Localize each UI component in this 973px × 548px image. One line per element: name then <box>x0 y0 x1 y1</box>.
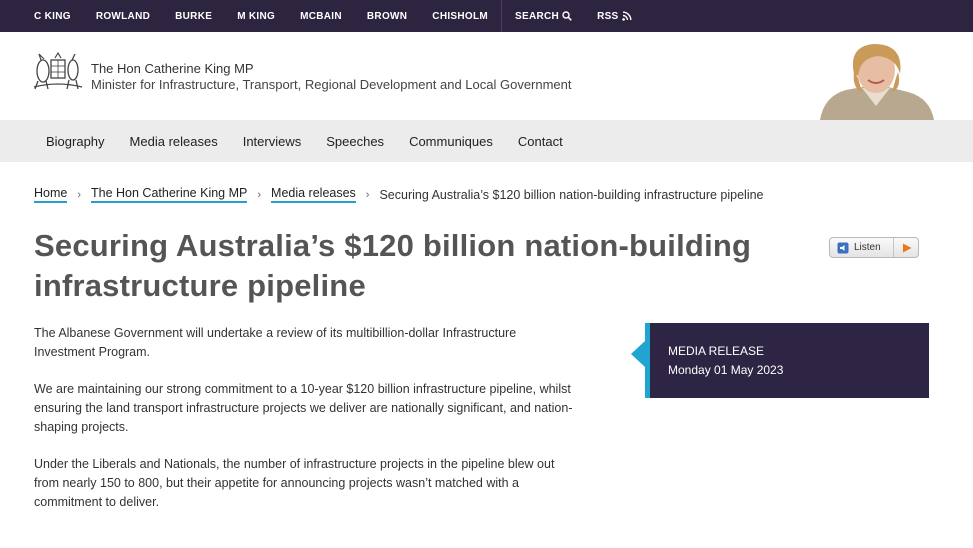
search-button[interactable]: SEARCH <box>515 11 572 22</box>
listen-button[interactable]: Listen <box>829 237 919 258</box>
nav-item-communiques[interactable]: Communiques <box>409 134 493 149</box>
chevron-right-icon: › <box>365 188 370 201</box>
breadcrumb: Home › The Hon Catherine King MP › Media… <box>34 186 764 203</box>
article-paragraph: We are maintaining our strong commitment… <box>34 382 573 434</box>
main-nav: Biography Media releases Interviews Spee… <box>0 120 973 162</box>
topbar-link-chisholm[interactable]: CHISHOLM <box>432 11 488 22</box>
topbar-link-m-king[interactable]: M KING <box>237 11 275 22</box>
nav-item-media-releases[interactable]: Media releases <box>130 134 218 149</box>
article-paragraph: The Albanese Government will undertake a… <box>34 326 517 359</box>
minister-title: Minister for Infrastructure, Transport, … <box>91 77 572 92</box>
portfolio-links: C KING ROWLAND BURKE M KING MCBAIN BROWN… <box>34 0 657 32</box>
chevron-right-icon: › <box>77 188 82 201</box>
play-icon <box>902 243 912 252</box>
release-date: Monday 01 May 2023 <box>668 363 784 377</box>
media-release-box: MEDIA RELEASE Monday 01 May 2023 <box>631 323 929 398</box>
top-bar: C KING ROWLAND BURKE M KING MCBAIN BROWN… <box>0 0 973 32</box>
article-body: The Albanese Government will undertake a… <box>34 324 574 530</box>
nav-item-interviews[interactable]: Interviews <box>243 134 302 149</box>
release-type: MEDIA RELEASE <box>668 344 765 358</box>
minister-name[interactable]: The Hon Catherine King MP <box>91 61 254 76</box>
listen-label: Listen <box>854 242 881 253</box>
breadcrumb-minister[interactable]: The Hon Catherine King MP <box>91 186 248 203</box>
release-pointer <box>631 341 645 367</box>
breadcrumb-media-releases[interactable]: Media releases <box>271 186 356 203</box>
breadcrumb-current: Securing Australia’s $120 billion nation… <box>379 187 764 202</box>
topbar-link-brown[interactable]: BROWN <box>367 11 407 22</box>
minister-portrait <box>812 40 940 120</box>
rss-label: RSS <box>597 10 619 22</box>
article-paragraph: Under the Liberals and Nationals, the nu… <box>34 457 555 509</box>
topbar-link-mcbain[interactable]: MCBAIN <box>300 11 342 22</box>
topbar-divider <box>501 0 503 32</box>
coat-of-arms-icon[interactable] <box>32 51 84 91</box>
release-accent-bar <box>645 323 650 398</box>
chevron-right-icon: › <box>257 188 262 201</box>
topbar-link-c-king[interactable]: C KING <box>34 11 71 22</box>
topbar-link-burke[interactable]: BURKE <box>175 11 212 22</box>
speaker-icon <box>837 242 849 253</box>
listen-divider <box>892 238 894 257</box>
topbar-link-rowland[interactable]: ROWLAND <box>96 11 150 22</box>
nav-item-contact[interactable]: Contact <box>518 134 563 149</box>
breadcrumb-home[interactable]: Home <box>34 186 68 203</box>
rss-icon <box>621 11 632 21</box>
search-label: SEARCH <box>515 10 560 22</box>
rss-link[interactable]: RSS <box>597 10 632 22</box>
site-header: The Hon Catherine King MP Minister for I… <box>0 32 973 120</box>
nav-item-biography[interactable]: Biography <box>46 134 105 149</box>
page-title: Securing Australia’s $120 billion nation… <box>34 228 752 303</box>
search-icon <box>562 10 572 21</box>
nav-item-speeches[interactable]: Speeches <box>326 134 384 149</box>
